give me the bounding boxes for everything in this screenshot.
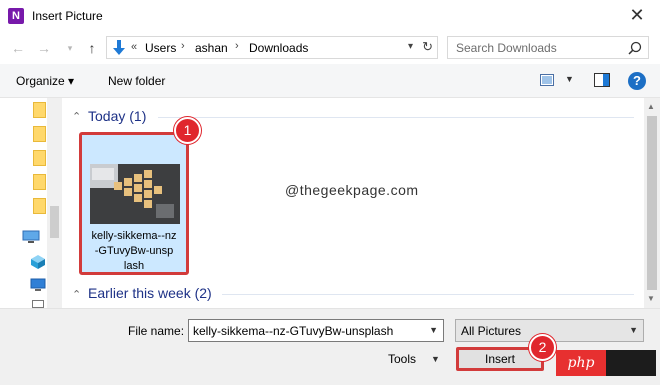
forward-arrow-icon[interactable]: → [34, 38, 54, 58]
refresh-icon[interactable]: ↻ [422, 39, 433, 55]
scroll-down-icon[interactable]: ▼ [647, 294, 655, 303]
group-divider [158, 117, 634, 118]
close-button[interactable]: ✕ [614, 0, 660, 31]
navigation-scrollbar-thumb[interactable] [50, 206, 59, 238]
scroll-up-icon[interactable]: ▲ [647, 102, 655, 111]
image-thumbnail [90, 164, 180, 224]
dialog-footer: File name: kelly-sikkema--nz-GTuvyBw-uns… [0, 308, 660, 385]
recent-locations-icon[interactable]: ▾ [60, 38, 80, 58]
step-badge-2: 2 [529, 334, 556, 361]
file-name-value[interactable]: kelly-sikkema--nz-GTuvyBw-unsplash [193, 324, 393, 338]
tools-dropdown-icon[interactable]: ▼ [431, 354, 440, 364]
title-bar: N Insert Picture ✕ [0, 0, 660, 32]
address-dropdown-icon[interactable]: ▾ [408, 41, 413, 52]
breadcrumb-users[interactable]: Users [145, 41, 176, 55]
file-name-label: kelly-sikkema--nz -GTuvyBw-unsp lash [82, 229, 186, 274]
file-list: ⌃ Today (1) kelly-sikkema--nz -GTuvyBw-u… [62, 98, 644, 308]
view-options-icon[interactable] [540, 74, 554, 86]
new-folder-button[interactable]: New folder [108, 74, 165, 88]
file-tile-selected[interactable]: kelly-sikkema--nz -GTuvyBw-unsp lash [79, 132, 189, 275]
watermark-text: @thegeekpage.com [285, 182, 419, 198]
collapse-chevron-icon[interactable]: ⌃ [72, 110, 81, 123]
tools-button[interactable]: Tools [388, 352, 416, 366]
documents-icon[interactable] [32, 300, 44, 308]
desktop-icon[interactable] [30, 278, 46, 292]
file-name-input[interactable]: kelly-sikkema--nz-GTuvyBw-unsplash ▼ [188, 319, 444, 342]
file-list-scrollbar[interactable]: ▲ ▼ [644, 98, 660, 308]
navigation-scrollbar[interactable] [47, 98, 62, 308]
preview-pane-icon[interactable] [594, 73, 610, 87]
file-name-line: -GTuvyBw-unsp [94, 245, 174, 257]
group-header-today[interactable]: Today (1) [88, 108, 146, 124]
folder-icon[interactable] [33, 126, 46, 142]
help-icon[interactable]: ? [628, 72, 646, 90]
file-list-scrollbar-thumb[interactable] [647, 116, 657, 290]
group-divider [222, 294, 634, 295]
file-name-line: lash [123, 260, 145, 272]
downloads-folder-icon [113, 40, 125, 55]
3d-objects-icon[interactable] [30, 254, 46, 270]
folder-icon[interactable] [33, 198, 46, 214]
folder-icon[interactable] [33, 102, 46, 118]
address-bar[interactable]: « Users › ashan › Downloads ▾ ↻ [106, 36, 438, 59]
back-arrow-icon[interactable]: ← [8, 38, 28, 58]
file-name-dropdown-icon[interactable]: ▼ [429, 325, 438, 335]
breadcrumb-separator[interactable]: › [235, 40, 239, 52]
step-badge-1: 1 [174, 117, 201, 144]
this-pc-icon[interactable] [22, 230, 40, 244]
overflow-chevron[interactable]: « [131, 41, 137, 53]
file-name-line: kelly-sikkema--nz [91, 230, 177, 242]
file-type-dropdown-icon[interactable]: ▼ [629, 325, 638, 335]
collapse-chevron-icon[interactable]: ⌃ [72, 288, 81, 301]
php-logo-block [606, 350, 656, 376]
breadcrumb-separator[interactable]: › [181, 40, 185, 52]
search-box[interactable]: Search Downloads [447, 36, 649, 59]
group-header-earlier-this-week[interactable]: Earlier this week (2) [88, 285, 212, 301]
php-logo-text: php [556, 350, 606, 376]
folder-icon[interactable] [33, 174, 46, 190]
breadcrumb-downloads[interactable]: Downloads [249, 41, 308, 55]
php-logo: php [556, 350, 656, 376]
address-row: ← → ▾ ↑ « Users › ashan › Downloads ▾ ↻ … [0, 32, 660, 64]
window-title: Insert Picture [32, 9, 103, 23]
organize-button[interactable]: Organize ▾ [16, 74, 74, 88]
search-icon[interactable] [628, 41, 642, 55]
onenote-icon: N [8, 8, 24, 24]
folder-icon[interactable] [33, 150, 46, 166]
search-placeholder: Search Downloads [456, 41, 557, 55]
up-arrow-icon[interactable]: ↑ [82, 38, 102, 58]
file-name-field-label: File name: [128, 324, 185, 338]
file-type-value: All Pictures [461, 324, 522, 338]
view-dropdown-icon[interactable]: ▼ [565, 74, 574, 84]
command-bar: Organize ▾ New folder ▼ ? [0, 64, 660, 98]
breadcrumb-ashan[interactable]: ashan [195, 41, 228, 55]
